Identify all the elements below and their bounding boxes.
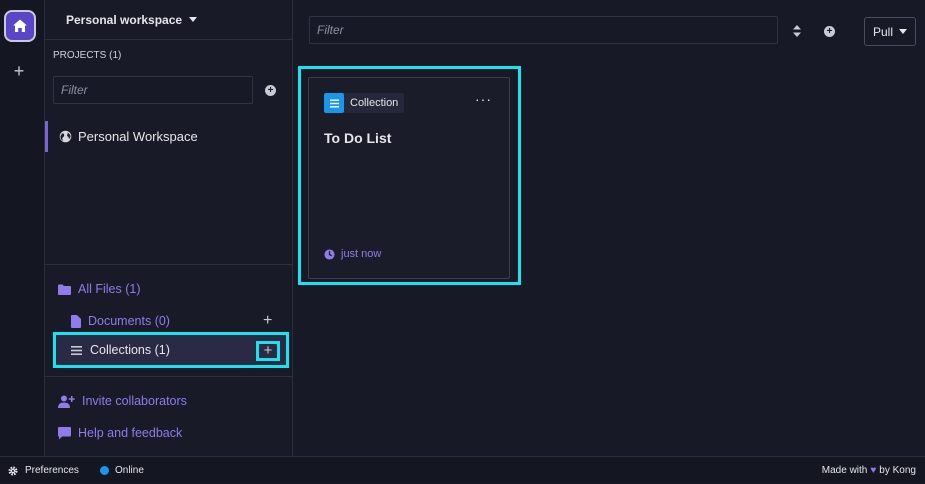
pull-label: Pull: [872, 24, 893, 39]
pull-button[interactable]: Pull: [864, 17, 916, 46]
card-time-label: just now: [341, 248, 382, 260]
folder-icon: [58, 284, 71, 295]
chat-bubble-icon: [58, 426, 71, 439]
made-with-label: Made with: [821, 465, 868, 476]
plus-icon: +: [13, 61, 25, 81]
chevron-down-icon: [899, 29, 907, 34]
nav-collections-label: Collections (1): [90, 343, 170, 357]
preferences-label: Preferences: [25, 465, 79, 476]
project-name: Personal Workspace: [78, 129, 198, 144]
help-feedback-link[interactable]: Help and feedback: [58, 426, 182, 440]
collection-card[interactable]: Collection ··· To Do List just now: [308, 77, 510, 279]
collection-list-icon: [324, 93, 344, 113]
invite-collaborators-link[interactable]: Invite collaborators: [58, 394, 187, 408]
card-timestamp: just now: [324, 248, 381, 260]
main-filter-input[interactable]: Filter: [309, 16, 778, 44]
more-options-icon[interactable]: ···: [475, 92, 492, 106]
project-item-personal-workspace[interactable]: Personal Workspace: [45, 121, 292, 152]
nav-all-files[interactable]: All Files (1): [58, 282, 141, 296]
workspace-name: Personal workspace: [66, 12, 183, 27]
online-dot-icon: [100, 466, 109, 475]
project-filter-input[interactable]: Filter: [53, 76, 253, 104]
online-label: Online: [115, 465, 144, 476]
add-collection-button[interactable]: +: [256, 341, 280, 361]
document-icon: [71, 314, 81, 328]
help-label: Help and feedback: [78, 426, 183, 440]
add-item-icon[interactable]: +: [824, 26, 835, 37]
invite-label: Invite collaborators: [82, 394, 187, 408]
list-icon: [71, 345, 82, 355]
add-user-icon: [58, 395, 75, 408]
divider: [45, 376, 292, 377]
heart-icon: ♥: [870, 465, 877, 476]
nav-documents[interactable]: Documents (0): [71, 314, 170, 328]
sort-icon[interactable]: [793, 25, 801, 37]
add-document-button[interactable]: +: [263, 313, 272, 329]
clock-icon: [324, 248, 335, 260]
globe-icon: [59, 130, 72, 143]
made-with-kong[interactable]: Made with ♥ by Kong: [822, 457, 916, 484]
badge-label: Collection: [350, 97, 399, 109]
card-title: To Do List: [324, 130, 392, 146]
nav-collections[interactable]: Collections (1) +: [53, 332, 289, 368]
by-kong-label: by Kong: [879, 465, 916, 476]
online-status: Online: [100, 457, 144, 484]
add-project-icon[interactable]: +: [265, 85, 276, 96]
main-content: Filter + Pull Collection ··· To Do List: [293, 0, 925, 456]
divider: [45, 264, 292, 265]
nav-documents-label: Documents (0): [88, 314, 170, 328]
projects-label: PROJECTS (1): [53, 50, 122, 61]
collection-badge: Collection: [324, 93, 405, 113]
status-bar: Preferences Online Made with ♥ by Kong: [0, 456, 925, 483]
preferences-button[interactable]: Preferences: [8, 457, 79, 484]
gear-icon: [8, 465, 18, 476]
chevron-down-icon: [189, 17, 198, 22]
add-workspace-button[interactable]: +: [10, 62, 28, 80]
nav-all-files-label: All Files (1): [78, 282, 141, 296]
home-icon: [13, 19, 27, 32]
app-rail: +: [0, 0, 45, 456]
sidebar: Personal workspace PROJECTS (1) Filter +…: [45, 0, 293, 456]
workspace-dropdown[interactable]: Personal workspace: [45, 0, 292, 40]
home-button[interactable]: [4, 10, 36, 42]
